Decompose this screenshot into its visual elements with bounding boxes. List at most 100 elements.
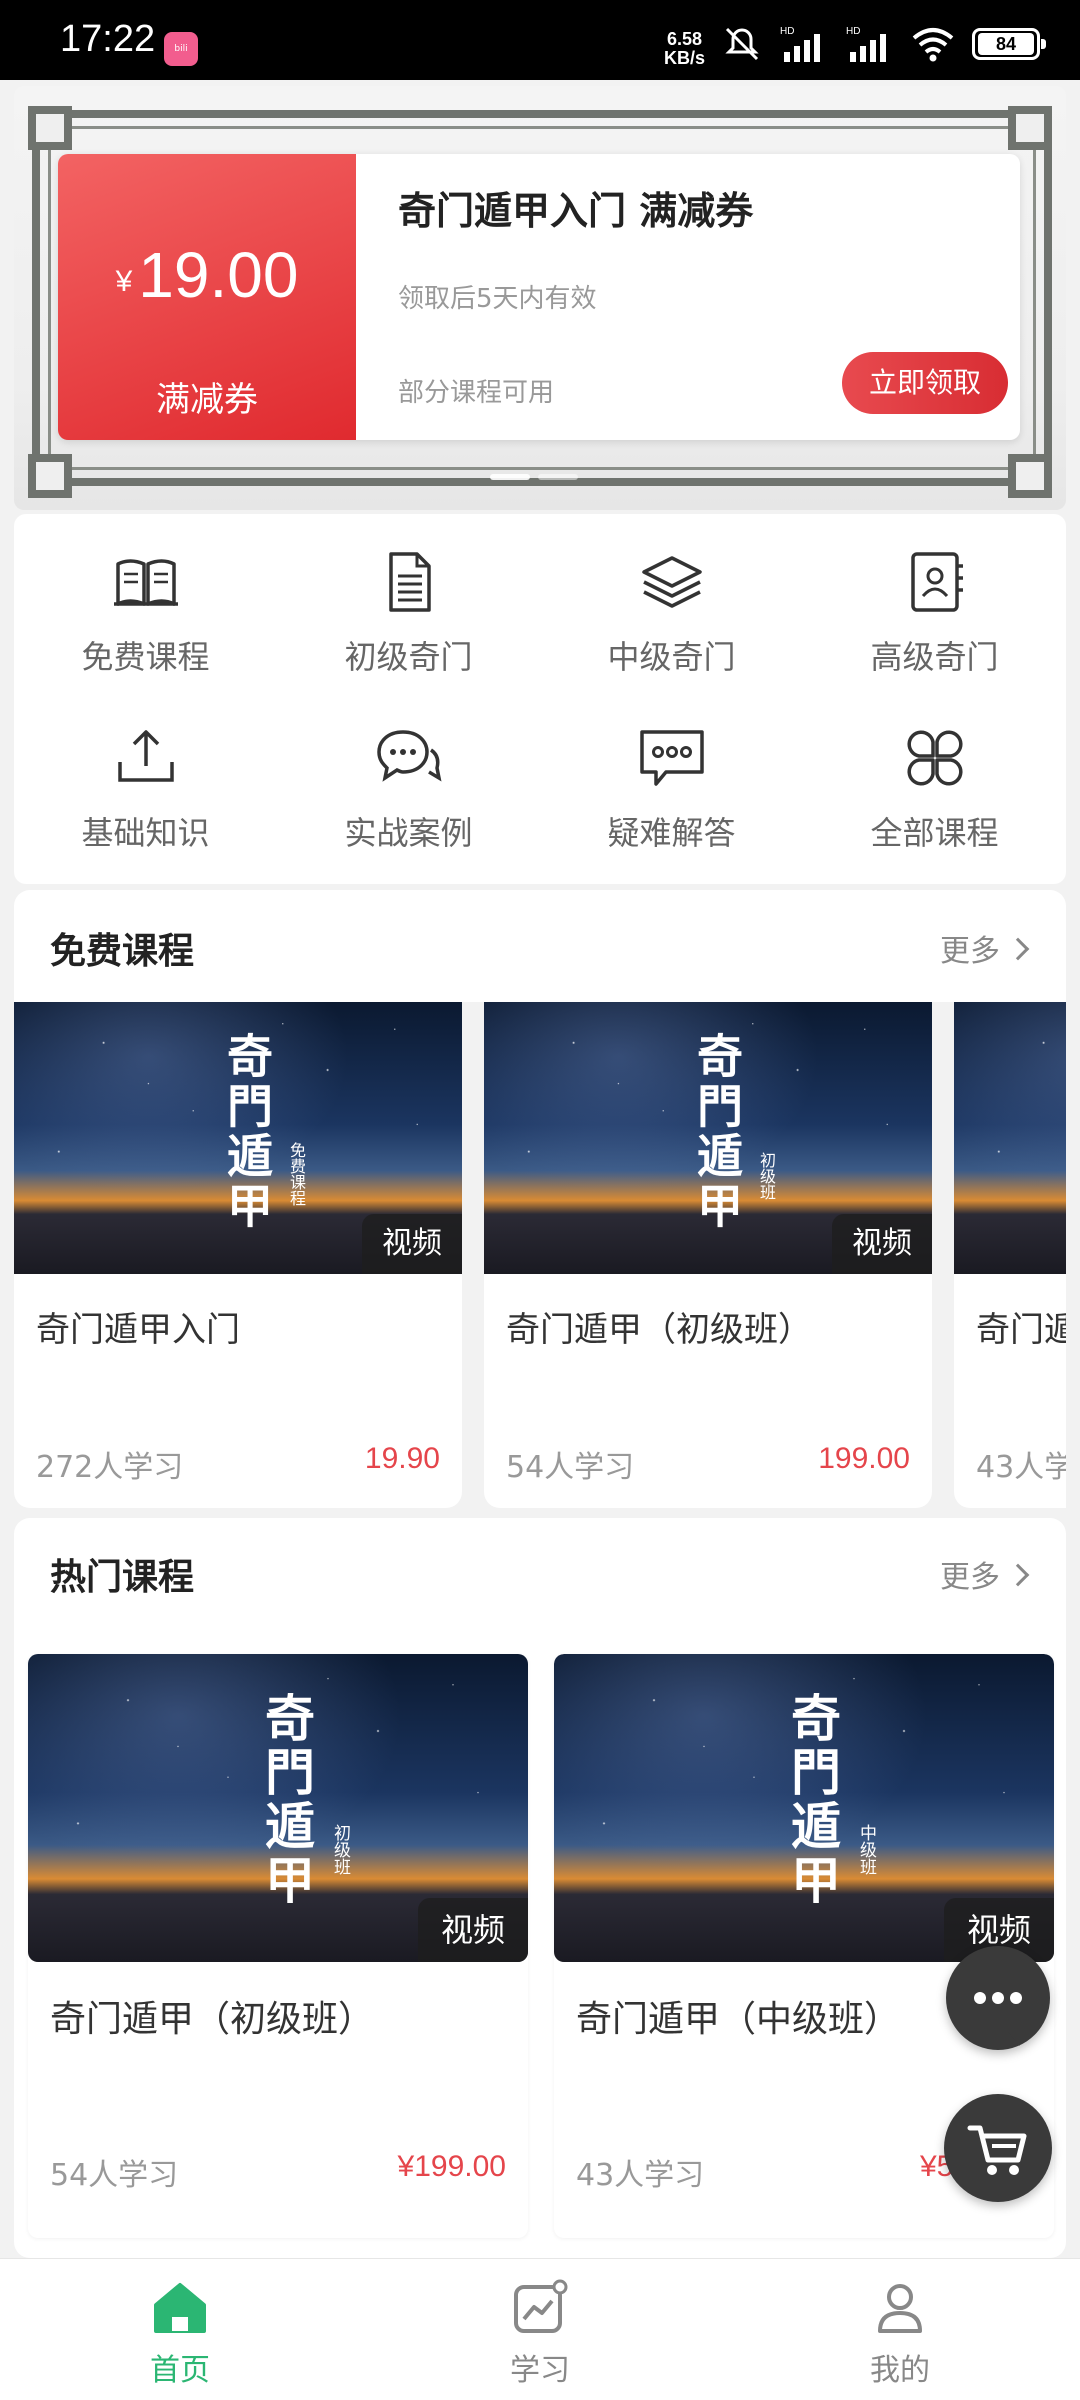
nav-study[interactable]: 学习 — [360, 2259, 720, 2400]
pagination-dot-active[interactable] — [490, 474, 530, 480]
person-icon — [878, 2284, 922, 2333]
free-courses-section: 免费课程 更多 — [14, 890, 1066, 1002]
upload-icon — [118, 730, 174, 782]
coupon-value-panel: ¥19.00 满减券 — [58, 154, 356, 440]
course-price: ¥199.00 — [397, 2150, 506, 2183]
category-qa[interactable]: 疑难解答 — [540, 690, 803, 860]
net-speed: 6.58 KB/s — [664, 30, 705, 68]
signal-icon: HD — [780, 26, 820, 62]
cover-subtitle: 免费课程 — [287, 1142, 306, 1206]
category-grid: 免费课程 初级奇门 中级奇门 高级奇门 基础知识 实战案例 疑难解答 全部课程 — [14, 514, 1066, 884]
coupon-card[interactable]: ¥19.00 满减券 奇门遁甲入门 满减券 领取后5天内有效 部分课程可用 立即… — [58, 154, 1020, 440]
net-speed-value: 6.58 — [666, 29, 703, 49]
category-cases[interactable]: 实战案例 — [277, 690, 540, 860]
layers-icon — [642, 556, 702, 608]
contact-book-icon — [911, 552, 963, 612]
chat-dots-icon — [974, 1992, 1022, 2046]
course-price: 19.90 — [364, 1442, 440, 1475]
section-title: 免费课程 — [50, 931, 195, 972]
learner-count: 43人学 — [976, 1450, 1066, 1485]
frame-corner — [28, 454, 72, 498]
promo-banner[interactable]: ¥19.00 满减券 奇门遁甲入门 满减券 领取后5天内有效 部分课程可用 立即… — [14, 86, 1066, 510]
course-card[interactable]: 奇门遁 43人学 — [954, 1002, 1066, 1508]
nav-label: 首页 — [150, 2353, 210, 2388]
more-label: 更多 — [940, 1560, 1000, 1595]
category-free-courses[interactable]: 免费课程 — [14, 514, 277, 684]
nav-label: 学习 — [510, 2353, 570, 2388]
category-label: 全部课程 — [870, 814, 999, 852]
course-cover: 奇門遁甲 免费课程 视频 — [14, 1002, 462, 1274]
cart-icon — [967, 2125, 1027, 2175]
claim-coupon-button[interactable]: 立即领取 — [842, 352, 1008, 414]
course-card[interactable]: 奇門遁甲 初级班 视频 奇门遁甲（初级班） 54人学习 199.00 — [484, 1002, 932, 1508]
video-tag: 视频 — [832, 1214, 932, 1274]
category-label: 疑难解答 — [607, 814, 736, 852]
section-title: 热门课程 — [50, 1557, 195, 1598]
course-title: 奇门遁甲（初级班） — [50, 1999, 375, 2040]
net-speed-unit: KB/s — [664, 48, 706, 68]
svg-text:HD: HD — [846, 26, 860, 37]
cover-title: 奇門遁甲 — [220, 1032, 274, 1232]
category-label: 高级奇门 — [870, 638, 999, 676]
course-card[interactable]: 奇門遁甲 免费课程 视频 奇门遁甲入门 272人学习 19.90 — [14, 1002, 462, 1508]
cover-subtitle: 中级班 — [856, 1824, 876, 1875]
signal-icon: HD — [846, 26, 886, 62]
status-time: 17:22 — [60, 18, 156, 60]
home-icon — [154, 2283, 206, 2333]
video-tag: 视频 — [362, 1214, 462, 1274]
wifi-icon — [912, 28, 954, 62]
course-price: 199.00 — [818, 1442, 910, 1475]
cover-title: 奇門遁甲 — [783, 1692, 842, 1908]
learner-count: 54人学习 — [50, 2158, 179, 2193]
course-cover: 奇門遁甲 初级班 视频 — [28, 1654, 528, 1962]
course-title: 奇门遁甲入门 — [36, 1310, 240, 1350]
svg-text:HD: HD — [780, 26, 794, 37]
pagination-dot[interactable] — [538, 474, 578, 480]
battery-level: 84 — [978, 33, 1034, 55]
hot-more-link[interactable]: 更多 — [940, 1552, 1030, 1596]
learner-count: 54人学习 — [506, 1450, 635, 1485]
category-advanced[interactable]: 高级奇门 — [803, 514, 1066, 684]
bottom-nav: 首页 学习 我的 — [0, 2258, 1080, 2400]
course-cover: 奇門遁甲 中级班 视频 — [554, 1654, 1054, 1962]
category-basics[interactable]: 基础知识 — [14, 690, 277, 860]
category-all[interactable]: 全部课程 — [803, 690, 1066, 860]
free-courses-carousel[interactable]: 奇門遁甲 免费课程 视频 奇门遁甲入门 272人学习 19.90 奇門遁甲 初级… — [14, 1002, 1066, 1510]
coupon-validity: 领取后5天内有效 — [398, 284, 597, 314]
coupon-type-label: 满减券 — [156, 380, 258, 420]
bilibili-icon: bili — [164, 32, 198, 66]
chat-button[interactable] — [946, 1946, 1050, 2050]
cart-button[interactable] — [944, 2094, 1052, 2202]
status-icons: HD HD 84 — [722, 24, 1046, 64]
course-cover: 奇門遁甲 初级班 视频 — [484, 1002, 932, 1274]
battery-icon: 84 — [972, 28, 1046, 60]
free-more-link[interactable]: 更多 — [940, 926, 1030, 970]
status-bar: 17:22 bili 6.58 KB/s HD HD 84 — [0, 0, 1080, 80]
nav-me[interactable]: 我的 — [720, 2259, 1080, 2400]
category-label: 实战案例 — [344, 814, 473, 852]
course-card[interactable]: 奇門遁甲 初级班 视频 奇门遁甲（初级班） 54人学习 ¥199.00 — [28, 1654, 528, 2238]
cover-title: 奇門遁甲 — [690, 1032, 744, 1232]
coupon-amount-value: 19.00 — [138, 239, 299, 311]
coupon-title: 奇门遁甲入门 满减券 — [398, 189, 754, 233]
study-chart-icon — [514, 2279, 568, 2333]
frame-corner — [28, 106, 72, 150]
category-label: 基础知识 — [81, 814, 210, 852]
frame-corner — [1008, 454, 1052, 498]
cover-subtitle: 初级班 — [757, 1152, 776, 1200]
chevron-right-icon — [1006, 937, 1030, 961]
frame-corner — [1008, 106, 1052, 150]
course-title: 奇门遁甲（中级班） — [576, 1999, 901, 2040]
nav-home[interactable]: 首页 — [0, 2259, 360, 2400]
course-cover — [954, 1002, 1066, 1274]
hot-courses-section: 热门课程 更多 奇門遁甲 初级班 视频 奇门遁甲（初级班） 54人学习 ¥199… — [14, 1518, 1066, 2258]
category-intermediate[interactable]: 中级奇门 — [540, 514, 803, 684]
category-label: 初级奇门 — [344, 638, 473, 676]
category-label: 中级奇门 — [607, 638, 736, 676]
learner-count: 43人学习 — [576, 2158, 705, 2193]
category-label: 免费课程 — [81, 638, 210, 676]
category-beginner[interactable]: 初级奇门 — [277, 514, 540, 684]
course-title: 奇门遁甲（初级班） — [506, 1310, 812, 1350]
message-dots-icon — [640, 730, 704, 786]
coupon-currency: ¥ — [115, 265, 133, 298]
